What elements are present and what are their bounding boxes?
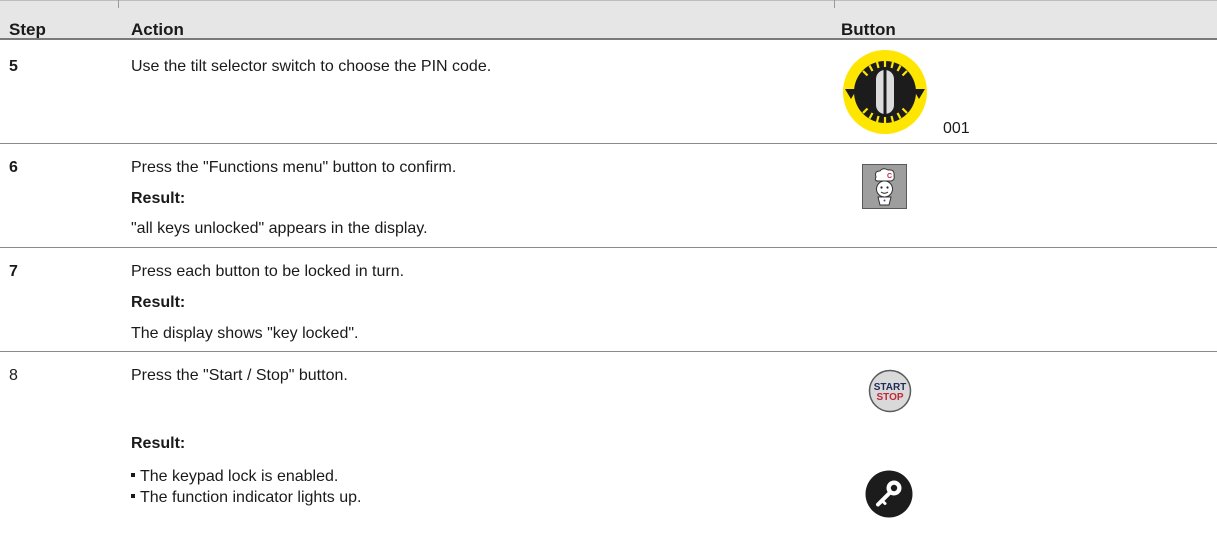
result-label: Result: <box>131 294 186 311</box>
action-text: Press each button to be locked in turn. <box>131 263 405 280</box>
tilt-selector-switch-icon <box>842 49 928 135</box>
key-lock-indicator-icon <box>865 470 913 518</box>
functions-menu-chef-icon: C <box>862 164 907 209</box>
column-divider-tick <box>118 0 119 8</box>
action-text: Use the tilt selector switch to choose t… <box>131 58 492 75</box>
step-number: 8 <box>9 367 18 384</box>
table-header: Step Action Button <box>0 0 1217 40</box>
result-bullet-text: The function indicator lights up. <box>140 489 362 506</box>
bullet-square <box>131 472 135 477</box>
table-row: 8 Press the "Start / Stop" button. START… <box>0 352 1217 535</box>
action-text: Press the "Functions menu" button to con… <box>131 159 457 176</box>
svg-text:C: C <box>887 173 892 180</box>
bullet-square <box>131 493 135 498</box>
result-label: Result: <box>131 190 186 207</box>
step-number: 5 <box>9 58 18 75</box>
header-button: Button <box>841 20 896 39</box>
table-row: 7 Press each button to be locked in turn… <box>0 248 1217 352</box>
header-top-rule <box>0 0 1217 1</box>
result-text: The display shows "key locked". <box>131 325 359 342</box>
result-label: Result: <box>131 435 186 452</box>
header-step: Step <box>9 20 46 39</box>
result-text: "all keys unlocked" appears in the displ… <box>131 220 428 237</box>
column-divider-tick <box>834 0 835 8</box>
result-bullet: The function indicator lights up. <box>131 489 361 507</box>
action-text: Press the "Start / Stop" button. <box>131 367 348 384</box>
step-number: 7 <box>9 263 18 280</box>
start-stop-button-icon: START STOP <box>868 369 912 413</box>
header-bottom-rule <box>0 38 1217 40</box>
pin-code-value: 001 <box>943 120 970 137</box>
table-row: 5 Use the tilt selector switch to choose… <box>0 41 1217 144</box>
table-row: 6 Press the "Functions menu" button to c… <box>0 144 1217 248</box>
header-action: Action <box>131 20 184 39</box>
stop-label: STOP <box>876 392 903 403</box>
result-bullet: The keypad lock is enabled. <box>131 468 338 486</box>
result-bullet-text: The keypad lock is enabled. <box>140 468 339 485</box>
step-number: 6 <box>9 159 18 176</box>
